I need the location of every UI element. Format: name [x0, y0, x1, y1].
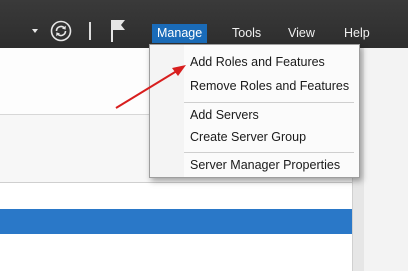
menu-view[interactable]: View: [283, 24, 320, 43]
menu-help[interactable]: Help: [339, 24, 375, 43]
notifications-flag-icon[interactable]: [108, 18, 130, 44]
menu-tools[interactable]: Tools: [227, 24, 266, 43]
menu-item-add-servers[interactable]: Add Servers: [190, 106, 259, 124]
menu-item-remove-roles-features[interactable]: Remove Roles and Features: [190, 77, 349, 95]
menu-divider: [184, 152, 354, 153]
red-annotation-arrow-icon: [115, 65, 186, 109]
selected-row[interactable]: [0, 209, 352, 234]
dropdown-arrow-icon[interactable]: [32, 29, 38, 33]
title-toolbar: Manage Tools View Help: [0, 0, 408, 48]
toolbar-separator: [89, 22, 91, 40]
refresh-icon[interactable]: [50, 20, 72, 42]
menu-divider: [184, 102, 354, 103]
menu-item-server-manager-properties[interactable]: Server Manager Properties: [190, 156, 340, 174]
menu-item-create-server-group[interactable]: Create Server Group: [190, 128, 306, 146]
right-pane: [364, 48, 408, 271]
menu-manage[interactable]: Manage: [152, 24, 208, 43]
menu-item-add-roles-features[interactable]: Add Roles and Features: [190, 53, 325, 71]
